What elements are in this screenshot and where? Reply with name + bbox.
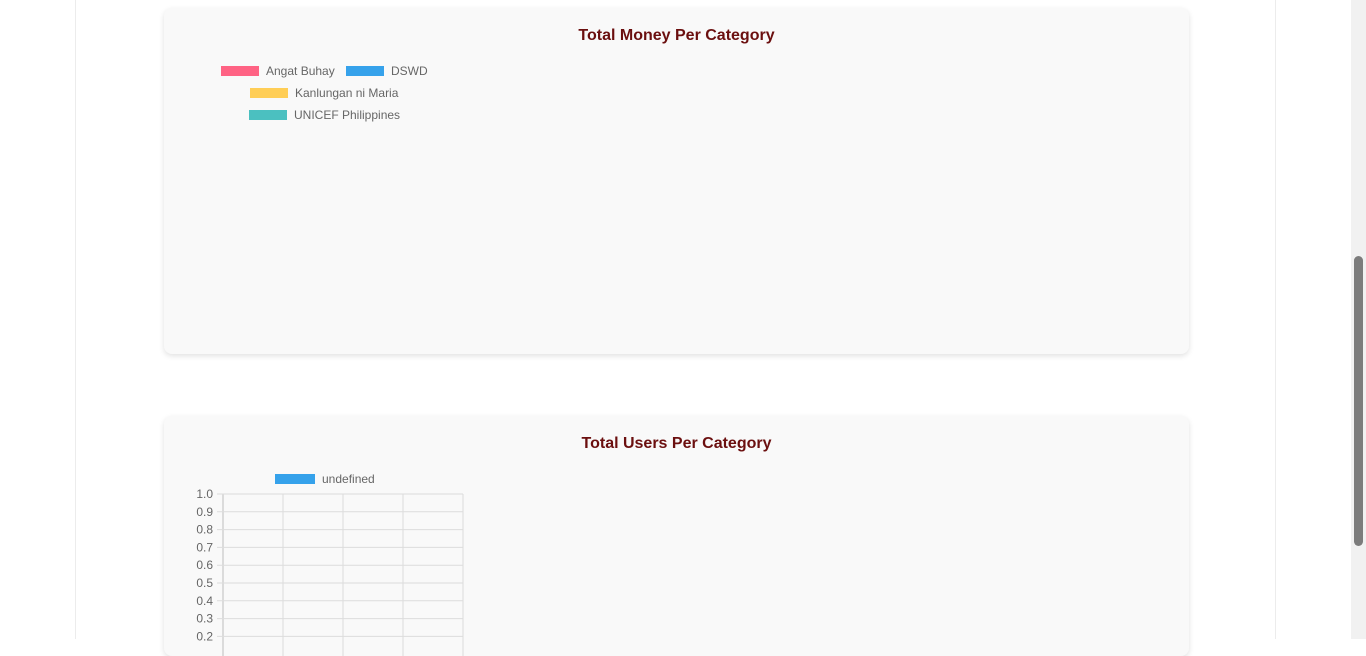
- y-tick-label: 0.4: [196, 594, 213, 608]
- users-chart-card: Total Users Per Category undefined 1.0 0.…: [164, 416, 1189, 656]
- y-tick-label: 1.0: [196, 487, 213, 501]
- y-tick-label: 0.3: [196, 612, 213, 626]
- legend-swatch: [250, 88, 288, 98]
- legend-swatch: [221, 66, 259, 76]
- money-chart-plot-area: [204, 138, 1149, 338]
- y-tick-label: 0.8: [196, 523, 213, 537]
- legend-label: DSWD: [391, 64, 428, 78]
- legend-swatch: [249, 110, 287, 120]
- y-tick-label: 0.7: [196, 540, 213, 554]
- scrollbar-thumb[interactable]: [1354, 256, 1363, 546]
- legend-item-dswd[interactable]: DSWD: [346, 64, 428, 78]
- legend-label: Angat Buhay: [266, 64, 335, 78]
- money-chart-card: Total Money Per Category Angat Buhay DSW…: [164, 8, 1189, 354]
- y-tick-label: 0.2: [196, 629, 213, 643]
- vertical-scrollbar[interactable]: [1351, 0, 1366, 639]
- legend-swatch: [346, 66, 384, 76]
- page-container: Total Money Per Category Angat Buhay DSW…: [75, 0, 1276, 656]
- legend-item-angat-buhay[interactable]: Angat Buhay: [221, 64, 335, 78]
- legend-item-kanlungan-ni-maria[interactable]: Kanlungan ni Maria: [250, 86, 398, 100]
- legend-item-unicef-philippines[interactable]: UNICEF Philippines: [249, 108, 400, 122]
- money-chart-title: Total Money Per Category: [578, 27, 775, 44]
- y-tick-label: 0.6: [196, 558, 213, 572]
- legend-label: Kanlungan ni Maria: [295, 86, 399, 100]
- legend-label: UNICEF Philippines: [294, 108, 401, 122]
- y-tick-label: 0.9: [196, 505, 213, 519]
- y-tick-label: 0.5: [196, 576, 213, 590]
- users-bar-chart: 1.0 0.9 0.8 0.7 0.6 0.5 0.4 0.3 0.2: [196, 487, 464, 656]
